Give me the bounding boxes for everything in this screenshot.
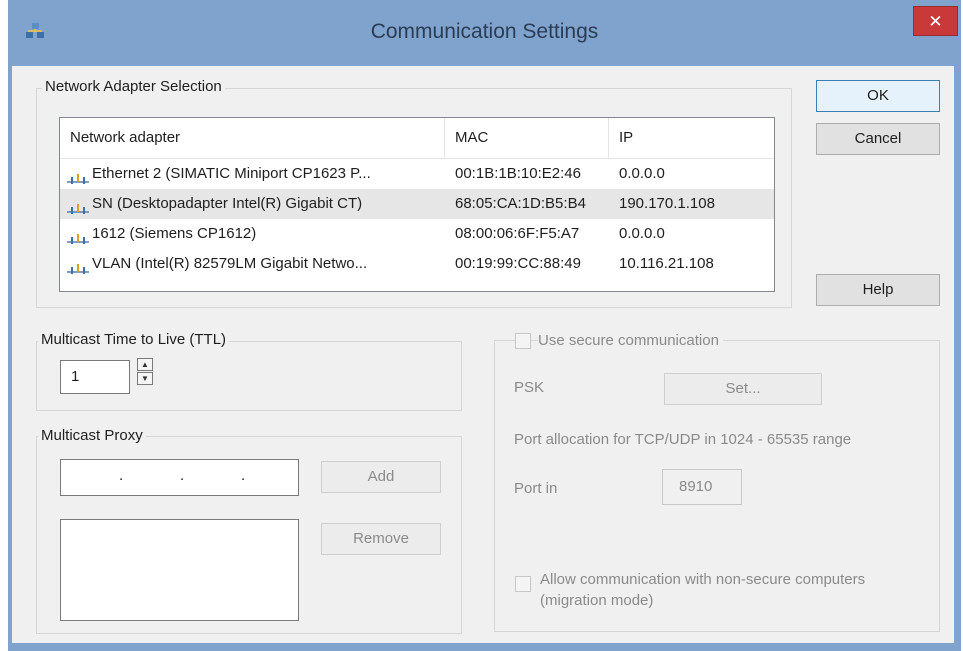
adapter-mac: 00:1B:1B:10:E2:46 [455,165,581,182]
network-adapter-group-label: Network Adapter Selection [42,78,225,95]
list-header: Network adapter MAC IP [60,118,774,159]
adapter-row[interactable]: Ethernet 2 (SIMATIC Miniport CP1623 P...… [60,159,774,189]
port-range-label: Port allocation for TCP/UDP in 1024 - 65… [514,431,852,448]
ttl-group-label: Multicast Time to Live (TTL) [38,331,230,348]
window-title: Communication Settings [370,20,599,43]
adapter-name-cell: SN (Desktopadapter Intel(R) Gigabit CT) [66,189,441,219]
add-button[interactable]: Add [321,461,441,493]
allow-nonsecure-checkbox[interactable] [515,576,531,592]
adapter-ip: 0.0.0.0 [619,225,665,242]
ttl-input[interactable]: 1 [60,360,130,394]
cancel-button[interactable]: Cancel [816,123,940,155]
title-bar: Communication Settings ✕ [8,0,961,66]
close-button[interactable]: ✕ [913,6,958,36]
network-adapter-icon [66,167,90,185]
adapter-row[interactable]: VLAN (Intel(R) 82579LM Gigabit Netwo... 0… [60,249,774,279]
adapter-name: SN (Desktopadapter Intel(R) Gigabit CT) [92,195,363,212]
use-secure-checkbox[interactable] [515,333,531,349]
adapter-ip: 0.0.0.0 [619,165,665,182]
proxy-ip-input[interactable]: . . . [60,459,299,496]
adapter-mac: 00:19:99:CC:88:49 [455,255,581,272]
remove-button[interactable]: Remove [321,523,441,555]
adapter-name-cell: 1612 (Siemens CP1612) [66,219,441,249]
adapter-mac: 08:00:06:6F:F5:A7 [455,225,580,242]
close-icon: ✕ [928,12,943,31]
port-in-value: 8910 [679,478,713,495]
adapter-name-cell: VLAN (Intel(R) 82579LM Gigabit Netwo... [66,249,441,279]
column-header-ip[interactable]: IP [609,118,774,158]
allow-nonsecure-label-line2: (migration mode) [540,592,654,609]
proxy-ip-value: . . . [119,467,252,484]
ttl-spin-down[interactable]: ▼ [137,372,153,385]
column-header-mac[interactable]: MAC [445,118,609,158]
adapter-name: Ethernet 2 (SIMATIC Miniport CP1623 P... [92,165,371,182]
help-button[interactable]: Help [816,274,940,306]
multicast-proxy-group-label: Multicast Proxy [38,427,146,444]
ttl-value: 1 [71,368,80,385]
adapter-ip: 190.170.1.108 [619,195,715,212]
network-adapter-icon [66,197,90,215]
set-psk-button[interactable]: Set... [664,373,822,405]
adapter-row[interactable]: SN (Desktopadapter Intel(R) Gigabit CT) 6… [60,189,774,219]
ok-button[interactable]: OK [816,80,940,112]
adapter-row[interactable]: 1612 (Siemens CP1612) 08:00:06:6F:F5:A7 0.… [60,219,774,249]
network-adapter-icon [66,257,90,275]
adapter-name-cell: Ethernet 2 (SIMATIC Miniport CP1623 P... [66,159,441,189]
use-secure-label: Use secure communication [538,332,723,349]
dialog-client-area: Network Adapter Selection Network adapte… [12,66,954,643]
port-in-label: Port in [514,480,558,497]
allow-nonsecure-label-line1: Allow communication with non-secure comp… [540,571,866,588]
adapter-name: 1612 (Siemens CP1612) [92,225,257,242]
column-header-network-adapter[interactable]: Network adapter [60,118,445,158]
port-in-input[interactable]: 8910 [662,469,742,505]
psk-label: PSK [514,379,545,396]
network-adapter-icon [66,227,90,245]
ttl-spin-up[interactable]: ▲ [137,358,153,371]
communication-settings-window: Communication Settings ✕ Network Adapter… [8,0,961,651]
adapter-ip: 10.116.21.108 [619,255,714,272]
adapter-name: VLAN (Intel(R) 82579LM Gigabit Netwo... [92,255,368,272]
adapter-mac: 68:05:CA:1D:B5:B4 [455,195,586,212]
network-adapter-list[interactable]: Network adapter MAC IP Ethernet 2 (SIMAT… [59,117,775,292]
proxy-list[interactable] [60,519,299,621]
